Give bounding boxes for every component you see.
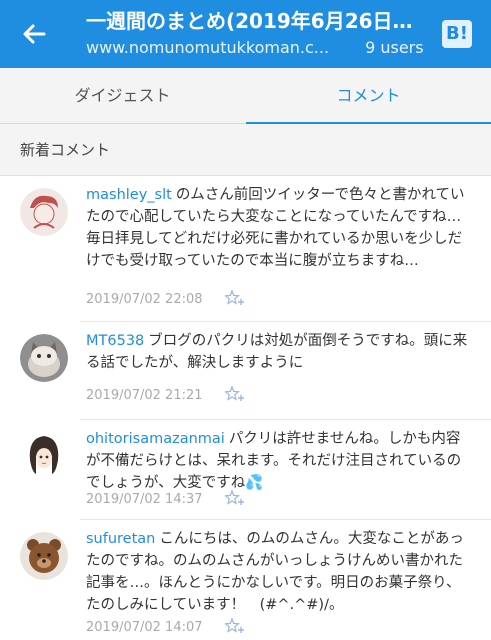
comment-username[interactable]: mashley_slt: [86, 187, 172, 203]
avatar[interactable]: [20, 188, 68, 236]
page-title: 一週間のまとめ(2019年6月26日…: [86, 9, 413, 33]
comment-body: ohitorisamazanmai パクリは許せませんね。しかも内容が不備だらけと…: [86, 428, 471, 494]
hatena-bookmark-icon[interactable]: B!: [442, 20, 472, 48]
comment-body: MT6538 ブログのパクリは対処が面倒そうですね。頭に来る話でしたが、解決します…: [86, 330, 471, 374]
comment-meta: 2019/07/02 21:21: [86, 386, 245, 403]
comment-timestamp: 2019/07/02 22:08: [86, 292, 203, 307]
bookmark-user-count[interactable]: 9 users: [365, 37, 424, 59]
comment-timestamp: 2019/07/02 14:37: [86, 492, 203, 507]
page-subline: www.nomunomutukkoman.c... 9 users: [86, 37, 426, 59]
tab-comments[interactable]: コメント: [246, 68, 491, 125]
comment-item[interactable]: MT6538 ブログのパクリは対処が面倒そうですね。頭に来る話でしたが、解決します…: [0, 322, 491, 420]
section-header: 新着コメント: [0, 124, 491, 176]
avatar[interactable]: [20, 532, 68, 580]
comment-username[interactable]: sufuretan: [86, 531, 155, 547]
comment-item[interactable]: sufuretan こんにちは、のムのムさん。大変なことがあったのですね。のムのム…: [0, 520, 491, 640]
comment-username[interactable]: MT6538: [86, 333, 144, 349]
comment-meta: 2019/07/02 14:07: [86, 618, 245, 635]
tab-digest[interactable]: ダイジェスト: [0, 68, 245, 124]
comment-timestamp: 2019/07/02 21:21: [86, 388, 203, 403]
back-arrow-icon[interactable]: [18, 18, 50, 50]
comment-item[interactable]: ohitorisamazanmai パクリは許せませんね。しかも内容が不備だらけと…: [0, 420, 491, 520]
add-star-icon[interactable]: [224, 618, 245, 634]
add-star-icon[interactable]: [224, 386, 245, 402]
comment-timestamp: 2019/07/02 14:07: [86, 620, 203, 635]
comment-item[interactable]: mashley_slt のムさん前回ツイッターで色々と書かれていたので心配していた…: [0, 176, 491, 322]
add-star-icon[interactable]: [224, 490, 245, 506]
tab-comments-label: コメント: [336, 86, 401, 105]
add-star-icon[interactable]: [224, 290, 245, 306]
tab-digest-label: ダイジェスト: [74, 86, 171, 105]
comment-username[interactable]: ohitorisamazanmai: [86, 431, 225, 447]
comment-body: sufuretan こんにちは、のムのムさん。大変なことがあったのですね。のムのム…: [86, 528, 471, 616]
comment-meta: 2019/07/02 22:08: [86, 290, 245, 307]
page-url[interactable]: www.nomunomutukkoman.c...: [86, 37, 344, 59]
avatar[interactable]: [20, 430, 68, 478]
app-bar: 一週間のまとめ(2019年6月26日… www.nomunomutukkoman…: [0, 0, 491, 68]
comment-meta: 2019/07/02 14:37: [86, 490, 245, 507]
avatar[interactable]: [20, 334, 68, 382]
tab-bar: ダイジェスト コメント: [0, 68, 491, 125]
comment-body: mashley_slt のムさん前回ツイッターで色々と書かれていたので心配していた…: [86, 184, 471, 272]
